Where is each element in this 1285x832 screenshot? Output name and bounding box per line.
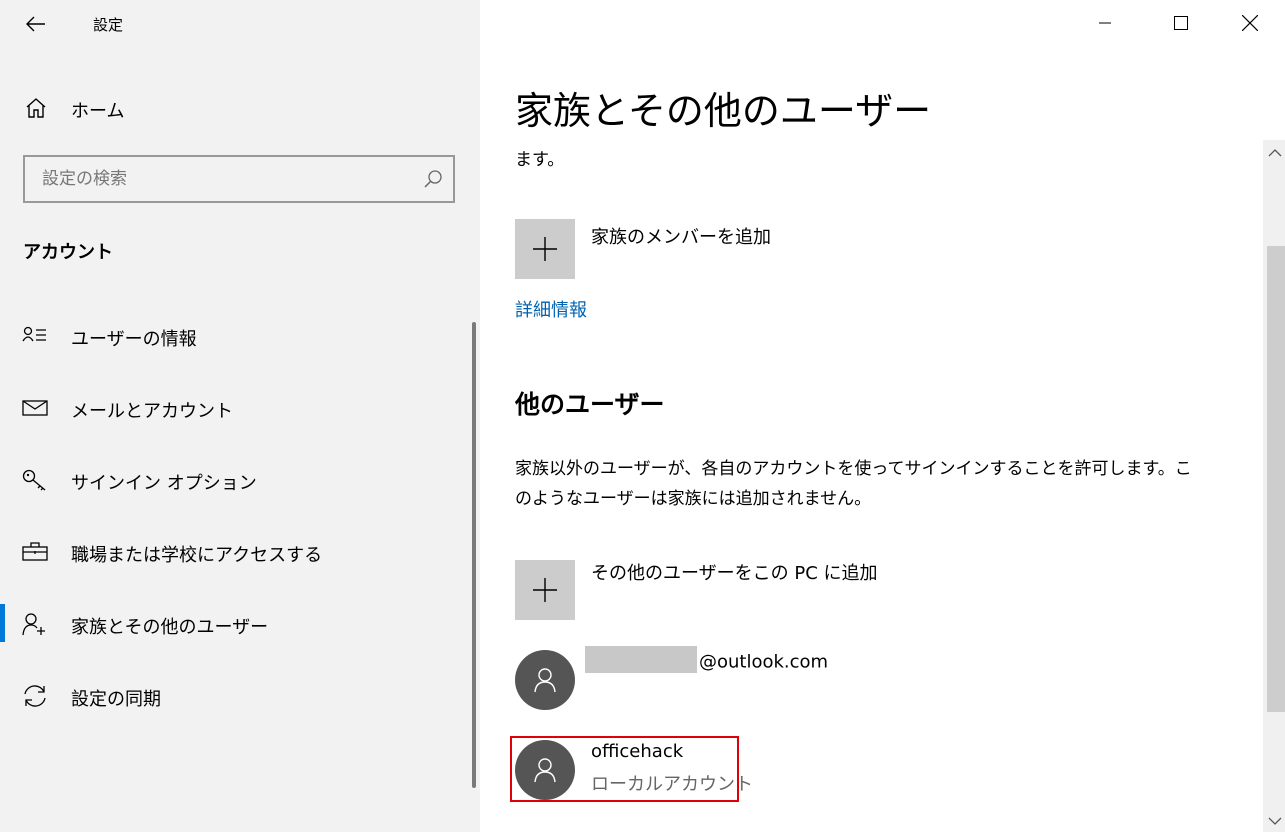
- main-scrollbar[interactable]: [1263, 140, 1285, 832]
- redacted-block: [585, 646, 697, 673]
- highlight-box: [510, 736, 739, 802]
- email-suffix: @outlook.com: [699, 651, 829, 673]
- home-label: ホーム: [71, 101, 125, 122]
- settings-search-box[interactable]: [23, 155, 455, 203]
- sidebar-item-home[interactable]: ホーム: [0, 86, 470, 130]
- plus-icon: [533, 237, 557, 261]
- sidebar-scrollbar[interactable]: [472, 322, 476, 788]
- back-arrow-icon: [26, 16, 45, 32]
- main-content: 家族とその他のユーザー ます。 家族のメンバーを追加 詳細情報 他のユーザー 家…: [480, 0, 1285, 832]
- minimize-button[interactable]: [1072, 0, 1138, 46]
- back-button[interactable]: [16, 8, 56, 40]
- key-icon: [22, 469, 46, 491]
- briefcase-icon: [22, 542, 48, 561]
- close-icon: [1242, 15, 1258, 31]
- add-family-member-button[interactable]: 家族のメンバーを追加: [515, 219, 1015, 279]
- maximize-icon: [1174, 16, 1188, 30]
- close-button[interactable]: [1217, 0, 1283, 46]
- scrollbar-thumb[interactable]: [1267, 246, 1285, 712]
- plus-icon: [533, 578, 557, 602]
- sidebar-item-user-info[interactable]: ユーザーの情報: [0, 312, 470, 360]
- sidebar-item-label: ユーザーの情報: [71, 329, 197, 350]
- scroll-up-icon[interactable]: [1267, 146, 1283, 160]
- minimize-icon: [1099, 22, 1111, 24]
- maximize-button[interactable]: [1148, 0, 1214, 46]
- add-tile: [515, 560, 575, 620]
- section-title-accounts: アカウント: [23, 242, 113, 263]
- user-row-outlook[interactable]: @outlook.com: [515, 646, 1115, 710]
- sidebar-item-mail-accounts[interactable]: メールとアカウント: [0, 384, 470, 432]
- other-users-description: 家族以外のユーザーが、各自のアカウントを使ってサインインすることを許可します。こ…: [515, 454, 1195, 514]
- user-info-icon: [22, 326, 46, 342]
- add-other-user-button[interactable]: その他のユーザーをこの PC に追加: [515, 560, 1015, 620]
- add-person-icon: [22, 613, 45, 636]
- sidebar-item-label: メールとアカウント: [71, 401, 233, 422]
- sidebar-item-signin-options[interactable]: サインイン オプション: [0, 456, 470, 504]
- search-icon[interactable]: [423, 169, 443, 189]
- add-family-member-label: 家族のメンバーを追加: [591, 227, 771, 248]
- sidebar-item-work-school[interactable]: 職場または学校にアクセスする: [0, 528, 470, 576]
- add-tile: [515, 219, 575, 279]
- description-line: 家族以外のユーザーが、各自のアカウントを使ってサインインすることを許可します。こ: [515, 459, 1192, 479]
- sync-icon: [24, 685, 46, 707]
- sidebar-item-label: 家族とその他のユーザー: [71, 617, 269, 638]
- sidebar-item-label: サインイン オプション: [71, 473, 257, 494]
- other-users-heading: 他のユーザー: [515, 390, 665, 419]
- mail-icon: [22, 400, 48, 416]
- person-icon: [534, 668, 556, 693]
- truncated-text: ます。: [515, 150, 565, 170]
- sidebar-item-family-other-users[interactable]: 家族とその他のユーザー: [0, 600, 470, 648]
- user-email: @outlook.com: [585, 646, 829, 676]
- more-info-link[interactable]: 詳細情報: [515, 296, 587, 322]
- description-line: のようなユーザーは家族には追加されません。: [515, 489, 872, 509]
- active-indicator: [0, 604, 5, 642]
- avatar: [515, 650, 575, 710]
- settings-sidebar: 設定 ホーム アカウント ユーザーの情報 メールとアカウント: [0, 0, 480, 832]
- app-title: 設定: [93, 16, 124, 34]
- search-input[interactable]: [25, 157, 415, 201]
- sidebar-item-label: 職場または学校にアクセスする: [71, 545, 323, 566]
- home-icon: [26, 98, 46, 118]
- page-title: 家族とその他のユーザー: [515, 89, 932, 133]
- sidebar-item-label: 設定の同期: [71, 689, 161, 710]
- scroll-down-icon[interactable]: [1267, 814, 1283, 828]
- sidebar-item-sync-settings[interactable]: 設定の同期: [0, 672, 470, 720]
- scroll-content: ます。 家族のメンバーを追加 詳細情報 他のユーザー 家族以外のユーザーが、各自…: [480, 140, 1260, 832]
- add-other-user-label: その他のユーザーをこの PC に追加: [591, 563, 878, 584]
